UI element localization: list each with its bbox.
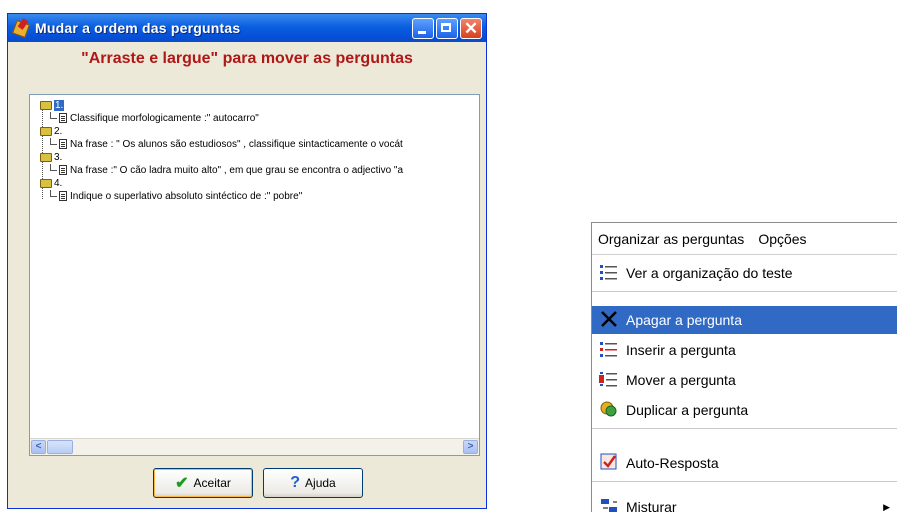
duplicate-icon xyxy=(598,399,620,421)
question-text: Na frase : " Os alunos são estudiosos" ,… xyxy=(70,138,403,150)
app-icon xyxy=(12,18,30,38)
question-item[interactable]: Classifique morfologicamente :" autocarr… xyxy=(50,111,259,124)
menu-options[interactable]: Opções xyxy=(758,231,806,247)
folder-icon xyxy=(40,178,52,188)
minimize-icon xyxy=(418,30,426,34)
tree-content: 1. Classifique morfologicamente :" autoc… xyxy=(30,95,479,437)
menu-item-view-organization[interactable]: Ver a organização do teste xyxy=(592,259,897,287)
scroll-right-button[interactable]: > xyxy=(463,440,478,454)
tree-elbow xyxy=(50,163,57,171)
question-text: Na frase :" O cão ladra muito alto" , em… xyxy=(70,164,404,176)
menu-bar: Organizar as perguntas Opções xyxy=(592,223,897,255)
tree-node[interactable]: 2. xyxy=(40,125,62,137)
question-item[interactable]: Indique o superlativo absoluto sintéctic… xyxy=(50,189,303,202)
instruction-heading: "Arraste e largue" para mover as pergunt… xyxy=(81,50,413,67)
question-text: Classifique morfologicamente :" autocarr… xyxy=(70,112,259,124)
window-title: Mudar a ordem das perguntas xyxy=(35,20,241,36)
folder-icon xyxy=(40,100,52,110)
tree-node[interactable]: 1. xyxy=(40,99,65,111)
title-bar[interactable]: Mudar a ordem das perguntas ✕ xyxy=(8,14,486,42)
close-button[interactable]: ✕ xyxy=(460,17,482,39)
shuffle-icon xyxy=(598,496,620,512)
menu-item-label: Duplicar a pergunta xyxy=(626,402,749,418)
menu-separator xyxy=(592,291,897,292)
document-icon xyxy=(59,165,67,175)
menu-item-label: Ver a organização do teste xyxy=(626,265,793,281)
list-icon xyxy=(598,262,620,284)
menu-item-move-question[interactable]: Mover a pergunta xyxy=(592,366,897,394)
help-label: Ajuda xyxy=(305,476,336,490)
menu-item-insert-question[interactable]: Inserir a pergunta xyxy=(592,336,897,364)
question-number: 3. xyxy=(54,151,63,163)
maximize-icon xyxy=(441,22,451,32)
menu-separator xyxy=(592,481,897,482)
question-item[interactable]: Na frase :" O cão ladra muito alto" , em… xyxy=(50,163,404,176)
menu-item-label: Apagar a pergunta xyxy=(626,312,742,328)
menu-item-auto-answer[interactable]: Auto-Resposta xyxy=(592,449,897,477)
delete-icon xyxy=(598,309,620,331)
auto-answer-icon xyxy=(598,452,620,474)
menu-item-label: Misturar xyxy=(626,499,677,512)
question-number: 1. xyxy=(54,99,65,111)
menu-organize-questions[interactable]: Organizar as perguntas xyxy=(598,231,744,247)
scroll-left-button[interactable]: < xyxy=(31,440,46,454)
minimize-button[interactable] xyxy=(412,17,434,39)
question-item[interactable]: Na frase : " Os alunos são estudiosos" ,… xyxy=(50,137,403,150)
insert-icon xyxy=(598,339,620,361)
menu-item-duplicate-question[interactable]: Duplicar a pergunta xyxy=(592,396,897,424)
scroll-thumb[interactable] xyxy=(47,440,73,454)
accept-label: Aceitar xyxy=(193,476,231,490)
submenu-arrow-icon: ▶ xyxy=(883,501,890,512)
menu-separator xyxy=(592,428,897,429)
question-number: 4. xyxy=(54,177,63,189)
tree-node[interactable]: 4. xyxy=(40,177,62,189)
question-mark-icon: ? xyxy=(290,474,301,491)
document-icon xyxy=(59,113,67,123)
folder-icon xyxy=(40,126,52,136)
checkmark-icon: ✔ xyxy=(175,475,189,492)
document-icon xyxy=(59,139,67,149)
accept-button[interactable]: ✔ Aceitar xyxy=(153,468,253,498)
menu-item-label: Mover a pergunta xyxy=(626,372,736,388)
tree-elbow xyxy=(50,111,57,119)
menu-item-delete-question[interactable]: Apagar a pergunta xyxy=(592,306,897,334)
horizontal-scrollbar[interactable]: < > xyxy=(30,438,479,455)
menu-item-label: Inserir a pergunta xyxy=(626,342,736,358)
tree-elbow xyxy=(50,189,57,197)
tree-node[interactable]: 3. xyxy=(40,151,62,163)
menu-item-shuffle[interactable]: Misturar ▶ xyxy=(592,493,897,512)
organize-menu: Organizar as perguntas Opções Ver a orga… xyxy=(591,222,897,512)
move-icon xyxy=(598,369,620,391)
tree-elbow xyxy=(50,137,57,145)
maximize-button[interactable] xyxy=(436,17,458,39)
question-text: Indique o superlativo absoluto sintéctic… xyxy=(70,190,303,202)
menu-item-label: Auto-Resposta xyxy=(626,455,719,471)
reorder-questions-dialog: Mudar a ordem das perguntas ✕ "Arraste e… xyxy=(7,13,487,509)
help-button[interactable]: ? Ajuda xyxy=(263,468,363,498)
question-number: 2. xyxy=(54,125,63,137)
close-icon: ✕ xyxy=(463,18,479,38)
folder-icon xyxy=(40,152,52,162)
document-icon xyxy=(59,191,67,201)
questions-tree[interactable]: 1. Classifique morfologicamente :" autoc… xyxy=(29,94,480,456)
